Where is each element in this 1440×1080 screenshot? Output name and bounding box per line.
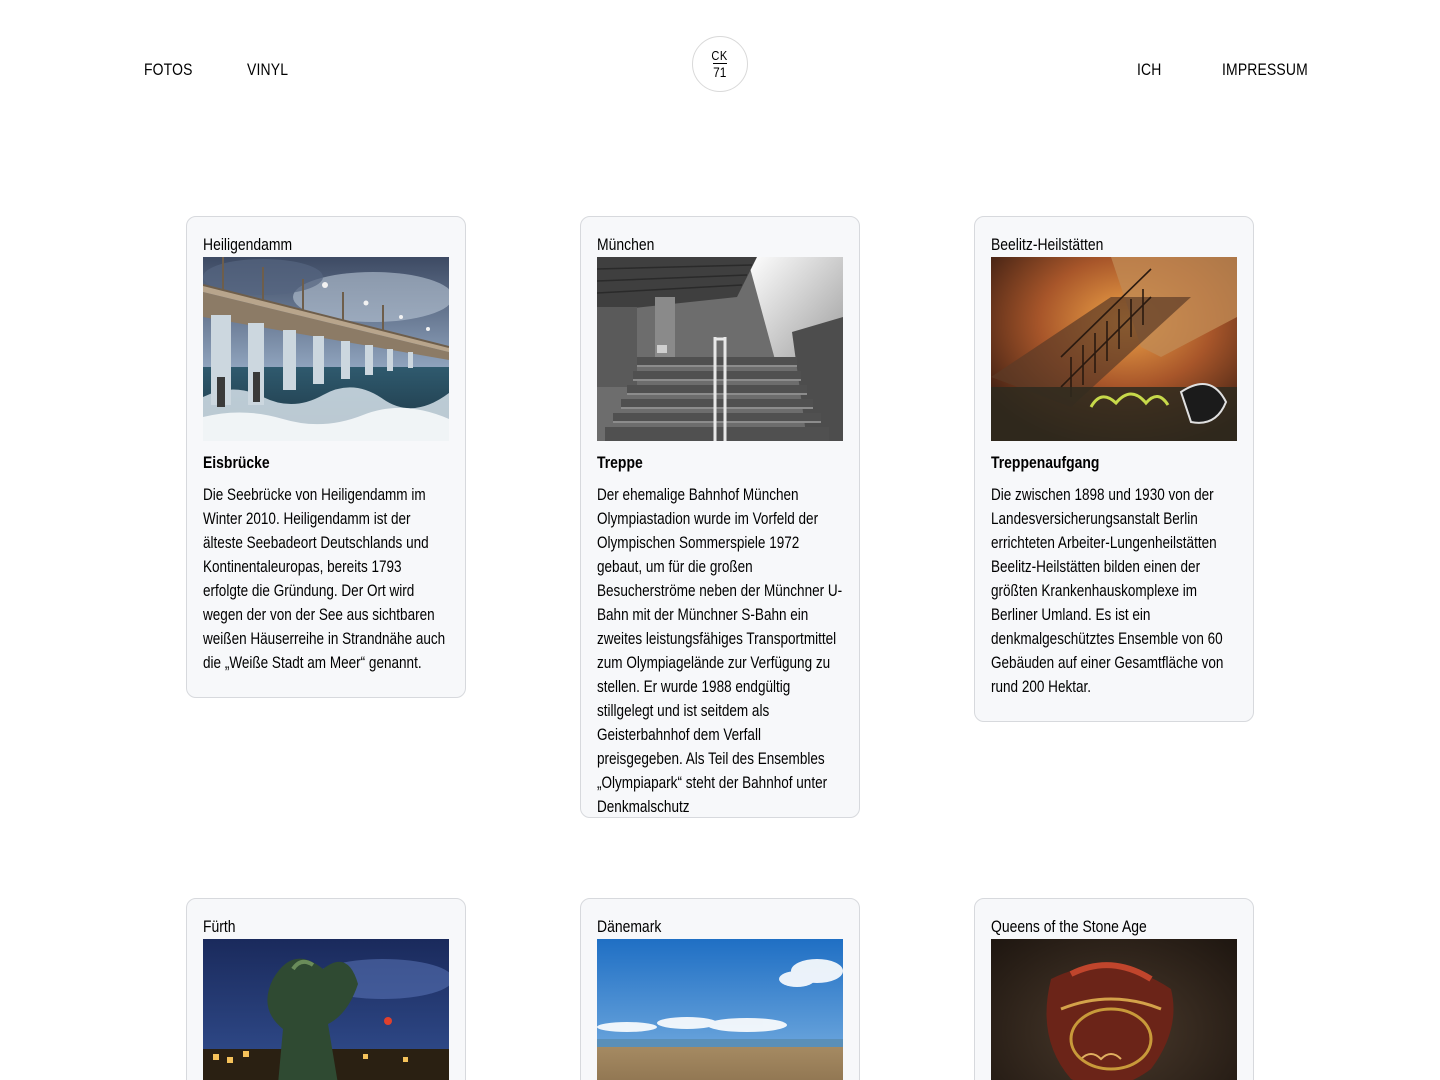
- photo-card[interactable]: Queens of the Stone Age: [974, 898, 1254, 1080]
- nav-impressum[interactable]: IMPRESSUM: [1222, 60, 1308, 80]
- card-location: München: [597, 235, 655, 254]
- card-description: Der ehemalige Bahnhof München Olympiasta…: [597, 486, 843, 816]
- logo-line2: 71: [713, 64, 727, 80]
- card-location: Fürth: [203, 917, 236, 936]
- card-image-statue[interactable]: [203, 939, 449, 1080]
- card-image-staircase[interactable]: [991, 257, 1237, 441]
- photo-card[interactable]: Dänemark: [580, 898, 860, 1080]
- card-location: Heiligendamm: [203, 235, 293, 254]
- card-location: Queens of the Stone Age: [991, 917, 1147, 936]
- photo-card[interactable]: Fürth: [186, 898, 466, 1080]
- card-title: Eisbrücke: [203, 453, 270, 472]
- photo-card[interactable]: München Treppe Der ehemalige Bahnhof Mün…: [580, 216, 860, 818]
- card-location: Beelitz-Heilstätten: [991, 235, 1104, 254]
- photo-card[interactable]: Beelitz-Heilstätten Treppenaufgang Die z…: [974, 216, 1254, 722]
- card-description: Die zwischen 1898 und 1930 von der Lande…: [991, 486, 1224, 696]
- nav-ich[interactable]: ICH: [1137, 60, 1162, 80]
- photo-card[interactable]: Heiligendamm Eisbrücke Die Seebrücke von…: [186, 216, 466, 698]
- card-image-pier[interactable]: [203, 257, 449, 441]
- card-image-beach[interactable]: [597, 939, 843, 1080]
- card-description: Die Seebrücke von Heiligendamm im Winter…: [203, 486, 446, 672]
- card-location: Dänemark: [597, 917, 662, 936]
- card-image-stairs[interactable]: [597, 257, 843, 441]
- logo-line1: CK: [711, 48, 729, 63]
- logo[interactable]: CK 71: [692, 36, 748, 92]
- nav-fotos[interactable]: FOTOS: [144, 60, 193, 80]
- card-title: Treppenaufgang: [991, 453, 1100, 472]
- card-image-album[interactable]: [991, 939, 1237, 1080]
- card-title: Treppe: [597, 453, 643, 472]
- nav-vinyl[interactable]: VINYL: [247, 60, 288, 80]
